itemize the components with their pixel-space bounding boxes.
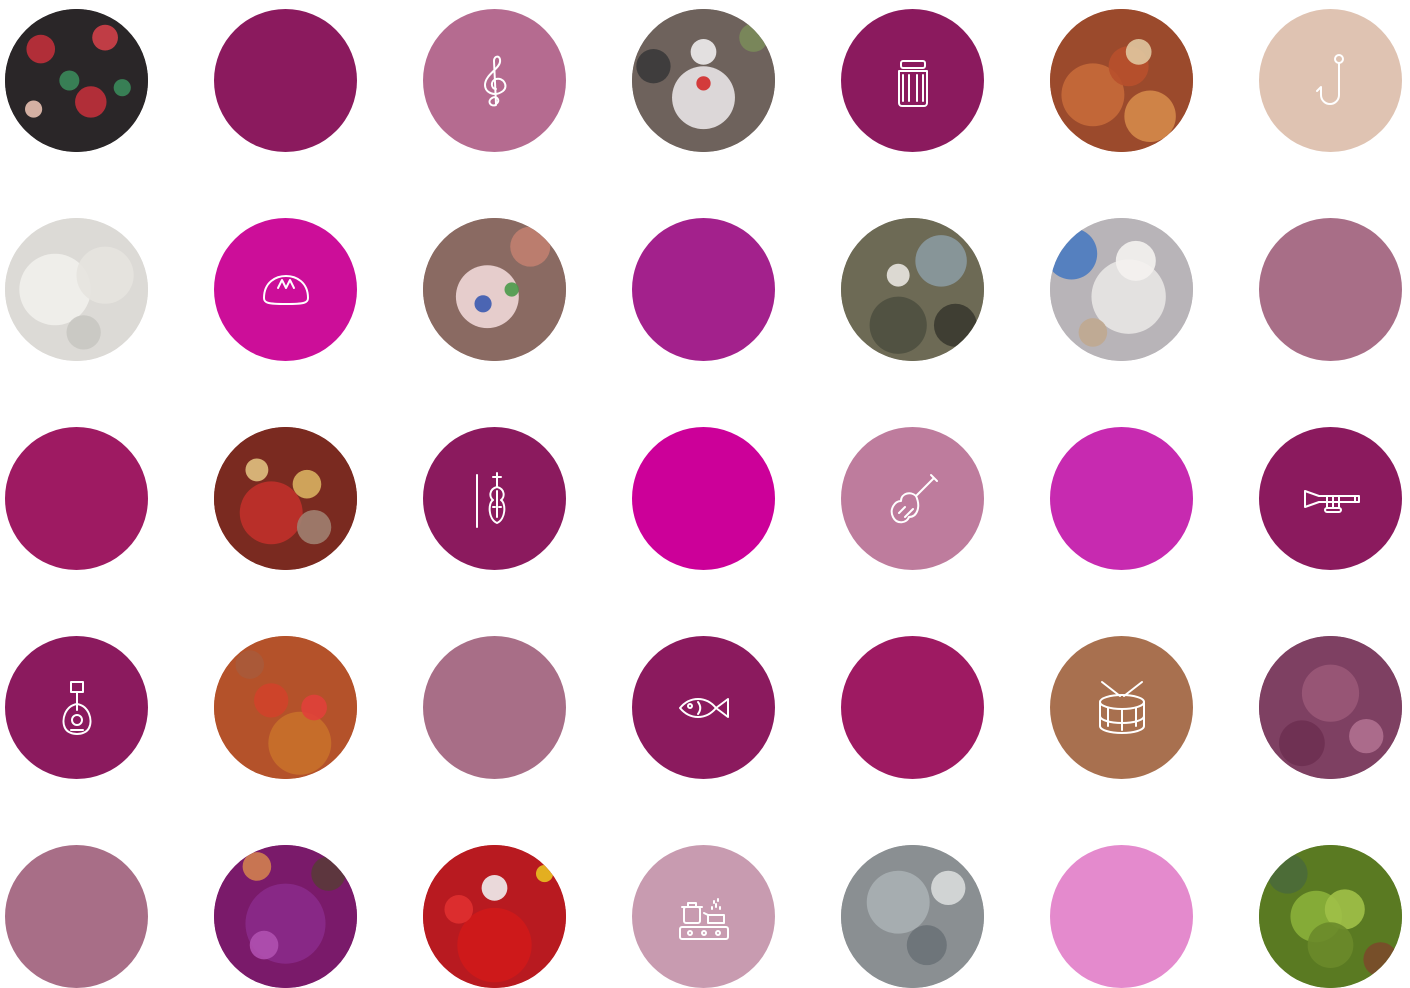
color-swatch-tile[interactable] xyxy=(632,427,775,570)
tile-cello[interactable] xyxy=(841,427,984,570)
tile-drum[interactable] xyxy=(1050,636,1193,779)
tile-treble-clef[interactable] xyxy=(423,9,566,152)
tile-bread[interactable] xyxy=(214,218,357,361)
photo-tile-red-costume-mask[interactable] xyxy=(423,845,566,988)
photo-tile-paella-wooden-spoon[interactable] xyxy=(1050,9,1193,152)
photo-tile-tomatoes-copper-bowl[interactable] xyxy=(214,636,357,779)
treble-clef-icon xyxy=(483,55,506,106)
photo-image xyxy=(214,636,357,779)
photo-tile-white-lace-fringe[interactable] xyxy=(5,218,148,361)
tile-violin-bow[interactable] xyxy=(423,427,566,570)
tile-lute[interactable] xyxy=(5,636,148,779)
cello-icon xyxy=(890,473,938,523)
drum-icon xyxy=(1098,680,1145,734)
fish-icon xyxy=(678,697,729,718)
color-swatch-tile[interactable] xyxy=(5,845,148,988)
cooking-pots-stove-icon xyxy=(678,897,729,940)
photo-image xyxy=(1259,636,1402,779)
color-swatch-tile[interactable] xyxy=(1050,845,1193,988)
photo-image xyxy=(214,427,357,570)
photo-tile-purple-patterned-cloth[interactable] xyxy=(214,845,357,988)
color-swatch-tile[interactable] xyxy=(1050,427,1193,570)
tile-fishing-hook[interactable] xyxy=(1259,9,1402,152)
photo-image xyxy=(1050,9,1193,152)
color-swatch-tile[interactable] xyxy=(841,636,984,779)
photo-tile-lace-glove-ring[interactable] xyxy=(423,218,566,361)
tile-fish[interactable] xyxy=(632,636,775,779)
photo-image xyxy=(1259,845,1402,988)
jar-icon xyxy=(897,59,928,107)
photo-tile-tower-tinted-magenta[interactable] xyxy=(1259,636,1402,779)
photo-tile-green-olives-basket[interactable] xyxy=(1259,845,1402,988)
fishing-hook-icon xyxy=(1315,53,1344,105)
photo-image xyxy=(841,218,984,361)
photo-image xyxy=(423,218,566,361)
tile-cooking-pots-stove[interactable] xyxy=(632,845,775,988)
photo-image xyxy=(423,845,566,988)
color-swatch-tile[interactable] xyxy=(5,427,148,570)
violin-bow-icon xyxy=(475,471,505,528)
photo-tile-embroidered-flower-shawl[interactable] xyxy=(5,9,148,152)
photo-image xyxy=(214,845,357,988)
photo-tile-jewelry-red-dress[interactable] xyxy=(214,427,357,570)
icon-grid xyxy=(0,0,1410,988)
photo-tile-man-fishing-rocks[interactable] xyxy=(841,218,984,361)
bread-icon xyxy=(262,274,309,305)
color-swatch-tile[interactable] xyxy=(632,218,775,361)
photo-image xyxy=(5,9,148,152)
trumpet-icon xyxy=(1303,489,1360,513)
photo-image xyxy=(1050,218,1193,361)
tile-trumpet[interactable] xyxy=(1259,427,1402,570)
photo-tile-costumed-figure-white-dress[interactable] xyxy=(632,9,775,152)
color-swatch-tile[interactable] xyxy=(1259,218,1402,361)
tile-jar[interactable] xyxy=(841,9,984,152)
photo-image xyxy=(841,845,984,988)
lute-icon xyxy=(62,680,91,735)
photo-image xyxy=(5,218,148,361)
photo-tile-white-veil-sky[interactable] xyxy=(1050,218,1193,361)
photo-tile-net-fish-water[interactable] xyxy=(841,845,984,988)
color-swatch-tile[interactable] xyxy=(214,9,357,152)
photo-image xyxy=(632,9,775,152)
color-swatch-tile[interactable] xyxy=(423,636,566,779)
